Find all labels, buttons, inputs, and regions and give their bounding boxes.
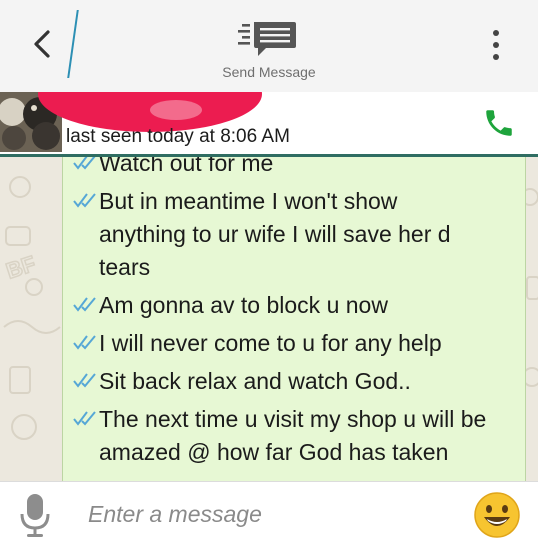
smiley-icon[interactable]: [473, 491, 521, 539]
double-check-icon: [73, 193, 96, 208]
double-check-icon: [73, 157, 96, 170]
message-text: Watch out for me: [99, 157, 274, 176]
message-bubble[interactable]: Watch out for me But in meantime I won't …: [62, 157, 526, 481]
last-seen-status: last seen today at 8:06 AM: [66, 126, 290, 147]
top-toolbar: Send Message: [0, 0, 538, 93]
double-check-icon: [73, 373, 96, 388]
message-text: amazed @ how far God has taken: [99, 439, 449, 465]
composer-bar: Enter a message: [0, 481, 538, 548]
microphone-icon[interactable]: [18, 492, 52, 538]
message-input[interactable]: Enter a message: [88, 501, 262, 528]
message-text: anything to ur wife I will save her d: [99, 221, 451, 247]
more-vert-icon[interactable]: [486, 26, 506, 64]
phone-icon[interactable]: [482, 106, 516, 140]
message-text: Sit back relax and watch God..: [99, 368, 411, 394]
contact-header[interactable]: last seen today at 8:06 AM: [0, 92, 538, 157]
double-check-icon: [73, 335, 96, 350]
message-text: The next time u visit my shop u will be: [99, 406, 487, 432]
send-message-icon[interactable]: [238, 18, 300, 62]
send-message-label[interactable]: Send Message: [0, 64, 538, 80]
message-text: Am gonna av to block u now: [99, 292, 388, 318]
chevron-left-icon[interactable]: [22, 24, 62, 64]
double-check-icon: [73, 297, 96, 312]
message-text: I will never come to u for any help: [99, 330, 442, 356]
conversation-area[interactable]: BF Watch out for me But in meantime I won…: [0, 157, 538, 481]
message-text: tears: [99, 254, 151, 280]
message-text: But in meantime I won't show: [99, 188, 398, 214]
double-check-icon: [73, 411, 96, 426]
